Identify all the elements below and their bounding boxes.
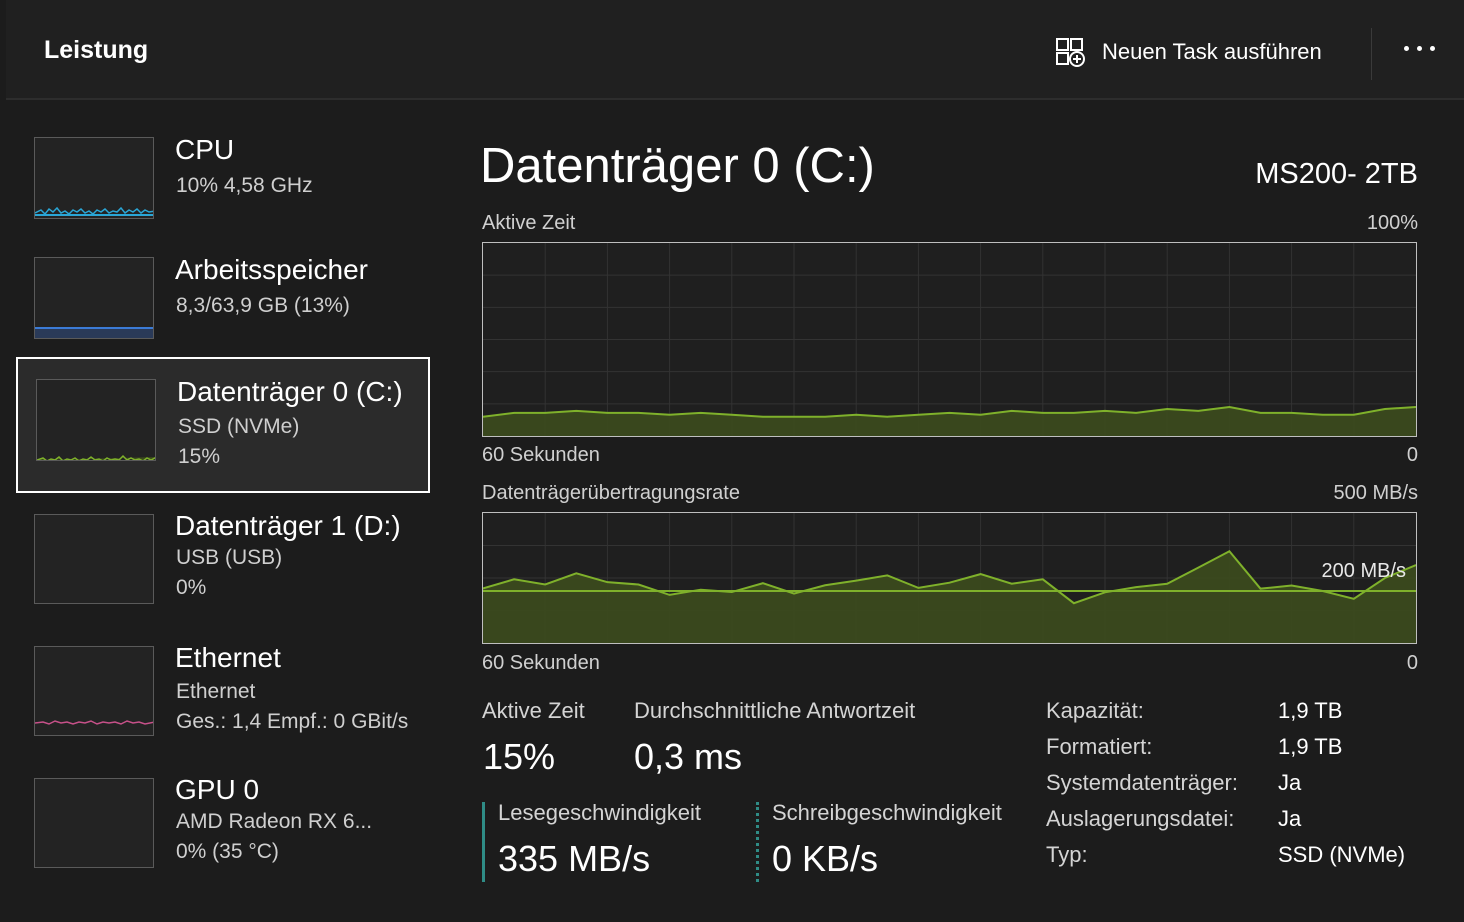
response-time-label: Durchschnittliche Antwortzeit	[634, 698, 916, 723]
sidebar-item-cpu[interactable]: CPU 10% 4,58 GHz	[16, 120, 430, 250]
pagefile-label: Auslagerungsdatei:	[1046, 806, 1235, 831]
sidebar-item-disk-0[interactable]: Datenträger 0 (C:) SSD (NVMe) 15%	[16, 357, 430, 493]
transfer-rate-chart: 200 MB/s	[482, 512, 1417, 644]
transfer-rate-chart-svg	[482, 513, 1417, 643]
sidebar-item-throughput: Ges.: 1,4 Empf.: 0 GBit/s	[176, 710, 409, 733]
sidebar-item-detail: Ethernet	[176, 680, 256, 703]
sidebar-item-memory[interactable]: Arbeitsspeicher 8,3/63,9 GB (13%)	[16, 240, 430, 370]
sidebar-item-detail: USB (USB)	[176, 546, 283, 569]
read-speed-value: 335 MB/s	[498, 838, 651, 879]
chart2-label: Datenträgerübertragungsrate	[482, 482, 740, 504]
toolbar-divider	[1371, 28, 1372, 80]
active-time-chart-svg	[482, 243, 1417, 436]
write-speed-label: Schreibgeschwindigkeit	[772, 800, 1002, 825]
more-icon[interactable]	[1401, 38, 1441, 62]
sidebar-item-name: Datenträger 1 (D:)	[175, 510, 401, 541]
disk-title: Datenträger 0 (C:)	[480, 139, 875, 193]
disk0-mini-graph	[36, 379, 156, 461]
disk1-mini-graph	[34, 514, 154, 604]
sidebar-item-name: Ethernet	[175, 642, 281, 673]
sidebar-item-usage: 0% (35 °C)	[176, 840, 279, 863]
sidebar-item-detail: AMD Radeon RX 6...	[176, 810, 373, 833]
chart2-marker-label: 200 MB/s	[1321, 560, 1406, 582]
sidebar-item-name: GPU 0	[175, 774, 260, 805]
memory-mini-graph	[34, 257, 154, 339]
chart1-label: Aktive Zeit	[482, 212, 576, 234]
active-time-chart	[482, 242, 1417, 437]
write-indicator	[756, 802, 759, 882]
sidebar-item-name: CPU	[175, 134, 235, 165]
read-speed-label: Lesegeschwindigkeit	[498, 800, 702, 825]
formatted-value: 1,9 TB	[1278, 734, 1343, 759]
gpu-mini-graph	[34, 778, 154, 868]
sidebar-item-detail: SSD (NVMe)	[178, 415, 300, 438]
sidebar-item-detail: 8,3/63,9 GB (13%)	[176, 294, 350, 317]
sidebar-item-name: Datenträger 0 (C:)	[177, 376, 403, 407]
chart2-xleft: 60 Sekunden	[482, 652, 600, 674]
write-speed-value: 0 KB/s	[772, 838, 879, 879]
sidebar-item-gpu[interactable]: GPU 0 AMD Radeon RX 6... 0% (35 °C)	[16, 764, 430, 894]
new-task-button[interactable]: Neuen Task ausführen	[1054, 30, 1322, 74]
new-task-label: Neuen Task ausführen	[1102, 39, 1322, 64]
new-task-icon	[1056, 38, 1085, 67]
series-area	[483, 407, 1416, 436]
type-value: SSD (NVMe)	[1278, 842, 1406, 867]
sidebar: CPU 10% 4,58 GHz Arbeitsspeicher 8,3/63,…	[6, 102, 446, 922]
system-disk-label: Systemdatenträger:	[1046, 770, 1238, 795]
sidebar-item-name: Arbeitsspeicher	[175, 254, 368, 285]
response-time-value: 0,3 ms	[634, 736, 743, 777]
chart2-max: 500 MB/s	[1333, 482, 1418, 504]
type-label: Typ:	[1046, 842, 1088, 867]
page-title: Leistung	[44, 36, 149, 64]
capacity-value: 1,9 TB	[1278, 698, 1343, 723]
sidebar-item-disk-1[interactable]: Datenträger 1 (D:) USB (USB) 0%	[16, 500, 430, 630]
active-time-value: 15%	[483, 736, 556, 777]
system-disk-value: Ja	[1278, 770, 1302, 795]
capacity-label: Kapazität:	[1046, 698, 1144, 723]
disk-model: MS200- 2TB	[1255, 158, 1418, 190]
read-indicator	[482, 802, 485, 882]
chart1-max: 100%	[1366, 212, 1418, 234]
cpu-mini-graph	[34, 137, 154, 219]
sidebar-item-detail: 10% 4,58 GHz	[176, 174, 313, 197]
sidebar-item-usage: 0%	[176, 576, 207, 599]
chart1-xleft: 60 Sekunden	[482, 444, 600, 466]
ethernet-mini-graph	[34, 646, 154, 736]
formatted-label: Formatiert:	[1046, 734, 1153, 759]
series-area	[483, 551, 1416, 643]
sidebar-item-usage: 15%	[178, 445, 221, 468]
chart1-xright: 0	[1406, 444, 1418, 466]
active-time-label: Aktive Zeit	[482, 698, 585, 723]
pagefile-value: Ja	[1278, 806, 1302, 831]
main-panel: Datenträger 0 (C:) MS200- 2TB Aktive Zei…	[446, 102, 1464, 922]
chart2-xright: 0	[1406, 652, 1418, 674]
title-bar: Leistung Neuen Task ausführen	[6, 0, 1464, 100]
sidebar-item-ethernet[interactable]: Ethernet Ethernet Ges.: 1,4 Empf.: 0 GBi…	[16, 632, 430, 762]
